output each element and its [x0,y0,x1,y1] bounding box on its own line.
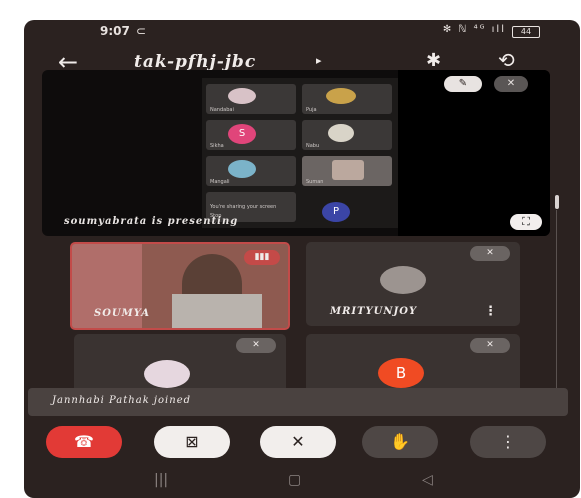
avatar-s: S [228,124,256,144]
avatar [144,360,190,388]
participant-name: MRITYUNJOY [330,306,418,317]
shared-screen: Nandabai Puja S Sikha Nabu Mangali Suman [202,78,398,228]
thumb-name: Nandabai [210,107,234,113]
switch-camera-icon[interactable]: ⟲ [498,48,515,72]
avatar [326,88,356,104]
avatar [228,160,256,178]
signal-icons: ✻ ℕ ⁴ᴳ ıll [442,24,506,35]
meeting-code[interactable]: tak-pfhj-jbc [134,52,256,72]
avatar-b: B [378,358,424,388]
battery-icon: 44 [512,26,540,38]
mic-off-button[interactable]: ✕ [260,426,336,458]
more-options-button[interactable]: ⋮ [470,426,546,458]
thumb-tile: S Sikha [206,120,296,150]
avatar [328,124,354,142]
participant-name: SOUMYA [94,308,150,319]
participant-tile-active[interactable]: ▮▮▮ SOUMYA [70,242,290,330]
sharing-text: You're sharing your screen [210,204,277,210]
android-nav-bar: ||| ▢ ◁ [24,464,580,498]
participant-tile[interactable]: ✕ MRITYUNJOY ⋮ [306,242,520,326]
participant-shirt [172,294,262,328]
meet-screen: 9:07 ⊂ 44 ✻ ℕ ⁴ᴳ ıll ← tak-pfhj-jbc ▸ ✱ … [24,20,580,498]
mic-off-icon: ✕ [236,338,276,353]
video-area [398,70,550,236]
avatar [228,88,256,104]
thumb-name: Suman [306,179,324,185]
expand-icon[interactable]: ▸ [316,54,322,67]
more-options-icon[interactable]: ⋮ [484,304,497,319]
avatar [380,266,426,294]
avatar-p: P [322,202,350,222]
scroll-thumb[interactable] [555,195,559,209]
status-bar: 9:07 ⊂ 44 ✻ ℕ ⁴ᴳ ıll [24,20,580,42]
thumb-name: Sikha [210,143,224,149]
mic-off-icon: ✕ [494,76,528,92]
fullscreen-icon[interactable]: ⛶ [510,214,542,230]
speaking-indicator-icon: ▮▮▮ [244,250,280,265]
screen-share-tile[interactable]: Nandabai Puja S Sikha Nabu Mangali Suman [42,70,550,236]
thumb-tile: Nabu [302,120,392,150]
camera-off-button[interactable]: ⊠ [154,426,230,458]
back-icon[interactable]: ◁ [422,472,433,488]
raise-hand-button[interactable]: ✋ [362,426,438,458]
pin-icon[interactable]: ✎ [444,76,482,92]
notification-text: Jannhabi Pathak joined [52,395,192,406]
thumb-name: Puja [306,107,317,113]
thumb-tile: Puja [302,84,392,114]
thumb-tile: Mangali [206,156,296,186]
presenter-label: soumyabrata is presenting [64,216,239,227]
thumb-tile: Nandabai [206,84,296,114]
thumb-tile: Suman [302,156,392,186]
scroll-track [556,210,557,400]
call-controls: ☎ ⊠ ✕ ✋ ⋮ [24,422,580,462]
end-call-button[interactable]: ☎ [46,426,122,458]
home-icon[interactable]: ▢ [288,472,301,488]
join-notification: Jannhabi Pathak joined [28,388,568,416]
thumb-name: Mangali [210,179,230,185]
recents-icon[interactable]: ||| [154,472,168,488]
bluetooth-audio-icon[interactable]: ✱ [426,50,441,71]
status-indicator-icon: ⊂ [136,24,147,38]
mic-off-icon: ✕ [470,338,510,353]
clock: 9:07 [100,24,130,38]
thumb-name: Nabu [306,143,320,149]
video-thumb [332,160,364,180]
mic-off-icon: ✕ [470,246,510,261]
